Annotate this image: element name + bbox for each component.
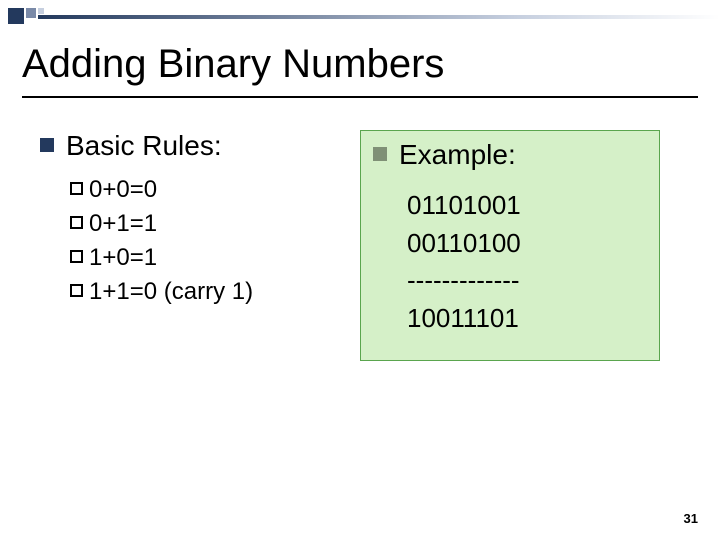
- checkbox-icon: [70, 250, 83, 263]
- basic-rules-heading: Basic Rules:: [66, 130, 222, 162]
- title-underline: [22, 96, 698, 98]
- rule-text: 1+0=1: [89, 244, 157, 272]
- square-light-icon: [38, 8, 44, 14]
- left-column: Basic Rules: 0+0=0 0+1=1 1+0=1 1+1=0 (ca…: [40, 130, 340, 361]
- right-column: Example: 01101001 00110100 -------------…: [360, 130, 660, 361]
- rule-item: 0+0=0: [70, 176, 340, 204]
- example-body: 01101001 00110100 ------------- 10011101: [407, 187, 641, 338]
- example-box: Example: 01101001 00110100 -------------…: [360, 130, 660, 361]
- example-result: 10011101: [407, 300, 641, 338]
- square-mid-icon: [26, 8, 36, 18]
- rule-item: 1+0=1: [70, 244, 340, 272]
- rule-text: 0+1=1: [89, 210, 157, 238]
- example-line: 01101001: [407, 187, 641, 225]
- square-bullet-icon: [373, 147, 387, 161]
- example-divider: -------------: [407, 262, 641, 300]
- rule-text: 1+1=0 (carry 1): [89, 278, 253, 306]
- header-gradient-bar: [38, 15, 720, 19]
- rule-text: 0+0=0: [89, 176, 157, 204]
- checkbox-icon: [70, 284, 83, 297]
- example-line: 00110100: [407, 225, 641, 263]
- page-number: 31: [684, 511, 698, 526]
- square-dark-icon: [8, 8, 24, 24]
- example-heading: Example:: [399, 139, 516, 171]
- square-bullet-icon: [40, 138, 54, 152]
- rule-item: 1+1=0 (carry 1): [70, 278, 340, 306]
- rules-list: 0+0=0 0+1=1 1+0=1 1+1=0 (carry 1): [70, 176, 340, 306]
- checkbox-icon: [70, 216, 83, 229]
- slide-title: Adding Binary Numbers: [22, 42, 444, 87]
- rule-item: 0+1=1: [70, 210, 340, 238]
- checkbox-icon: [70, 182, 83, 195]
